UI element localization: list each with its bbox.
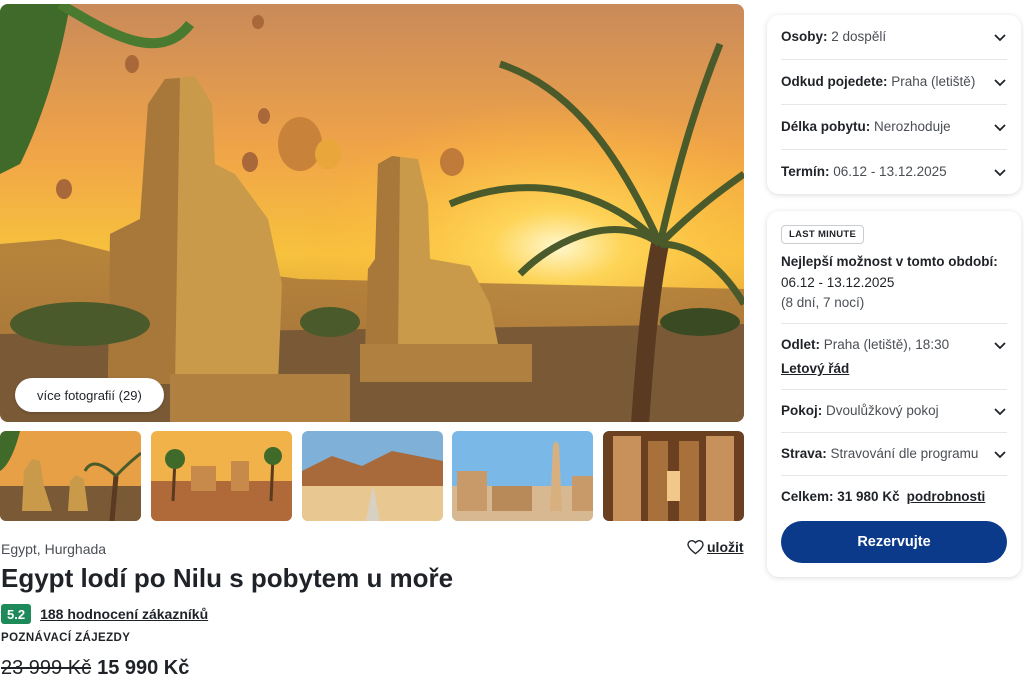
flight-label: Odlet: xyxy=(781,337,820,352)
flight-value: Praha (letiště), 18:30 xyxy=(823,337,950,352)
room-value: Dvoulůžkový pokoj xyxy=(826,403,939,418)
filter-departure-value: Praha (letiště) xyxy=(891,74,976,89)
reviews-link[interactable]: 188 hodnocení zákazníků xyxy=(40,606,208,622)
search-filters-card: Osoby: 2 dospělí Odkud pojedete: Praha (… xyxy=(767,15,1021,194)
thumbnail-desert-road[interactable] xyxy=(302,431,443,521)
hero-image xyxy=(0,4,744,422)
divider xyxy=(781,59,1007,60)
rating-badge: 5.2 xyxy=(1,604,32,624)
total-row: Celkem: 31 980 Kč podrobnosti xyxy=(781,489,985,504)
flight-schedule-link[interactable]: Letový řád xyxy=(781,361,849,376)
details-link[interactable]: podrobnosti xyxy=(907,489,986,504)
filter-departure[interactable]: Odkud pojedete: Praha (letiště) xyxy=(781,74,1007,89)
rating-row: 5.2 188 hodnocení zákazníků xyxy=(1,604,208,624)
filter-departure-label: Odkud pojedete: xyxy=(781,74,888,89)
board-selector[interactable]: Strava: Stravování dle programu xyxy=(781,446,1007,461)
chevron-down-icon xyxy=(994,33,1006,41)
chevron-down-icon xyxy=(994,341,1006,349)
chevron-down-icon xyxy=(994,450,1006,458)
filter-date-label: Termín: xyxy=(781,164,830,179)
board-label: Strava: xyxy=(781,446,827,461)
filter-date[interactable]: Termín: 06.12 - 13.12.2025 xyxy=(781,164,1007,179)
page-title: Egypt lodí po Nilu s pobytem u moře xyxy=(1,563,454,593)
chevron-down-icon xyxy=(994,123,1006,131)
thumbnail-ruins-palms[interactable] xyxy=(151,431,292,521)
divider xyxy=(781,104,1007,105)
new-price: 15 990 Kč xyxy=(97,657,190,679)
thumbnail-temple-interior[interactable] xyxy=(603,431,744,521)
total-price: Celkem: 31 980 Kč xyxy=(781,489,900,504)
main-photo[interactable]: více fotografií (29) xyxy=(0,4,744,422)
reserve-button[interactable]: Rezervujte xyxy=(781,521,1007,563)
room-label: Pokoj: xyxy=(781,403,823,418)
divider xyxy=(781,432,1007,433)
divider xyxy=(781,323,1007,324)
chevron-down-icon xyxy=(994,168,1006,176)
board-value: Stravování dle programu xyxy=(830,446,979,461)
thumbnail-obelisk-temple[interactable] xyxy=(452,431,593,521)
divider xyxy=(781,389,1007,390)
old-price: 23 999 Kč xyxy=(1,657,92,679)
save-link[interactable]: uložit xyxy=(687,539,744,555)
filter-length-value: Nerozhoduje xyxy=(874,119,951,134)
thumbnail-colossi-sunset[interactable] xyxy=(0,431,141,521)
divider xyxy=(781,475,1007,476)
filter-persons[interactable]: Osoby: 2 dospělí xyxy=(781,29,1007,44)
filter-persons-label: Osoby: xyxy=(781,29,828,44)
best-option-dates: 06.12 - 13.12.2025 xyxy=(781,275,895,290)
filter-length[interactable]: Délka pobytu: Nerozhoduje xyxy=(781,119,1007,134)
chevron-down-icon xyxy=(994,78,1006,86)
chevron-down-icon xyxy=(994,407,1006,415)
best-option-title: Nejlepší možnost v tomto období: xyxy=(781,254,998,269)
thumbnail-strip xyxy=(0,431,744,521)
heart-icon xyxy=(687,539,704,554)
filter-persons-value: 2 dospělí xyxy=(831,29,887,44)
filter-length-label: Délka pobytu: xyxy=(781,119,871,134)
price-row: 23 999 Kč 15 990 Kč xyxy=(1,657,189,680)
more-photos-button[interactable]: více fotografií (29) xyxy=(15,378,164,412)
flight-selector[interactable]: Odlet: Praha (letiště), 18:30 xyxy=(781,337,1007,352)
location-label: Egypt, Hurghada xyxy=(1,541,107,557)
filter-date-value: 06.12 - 13.12.2025 xyxy=(833,164,947,179)
offer-card: LAST MINUTE Nejlepší možnost v tomto obd… xyxy=(767,211,1021,577)
best-option-nights: (8 dní, 7 nocí) xyxy=(781,295,865,310)
divider xyxy=(781,149,1007,150)
last-minute-badge: LAST MINUTE xyxy=(781,225,865,244)
room-selector[interactable]: Pokoj: Dvoulůžkový pokoj xyxy=(781,403,1007,418)
save-label: uložit xyxy=(707,539,744,555)
category-label: POZNÁVACÍ ZÁJEZDY xyxy=(1,632,131,644)
